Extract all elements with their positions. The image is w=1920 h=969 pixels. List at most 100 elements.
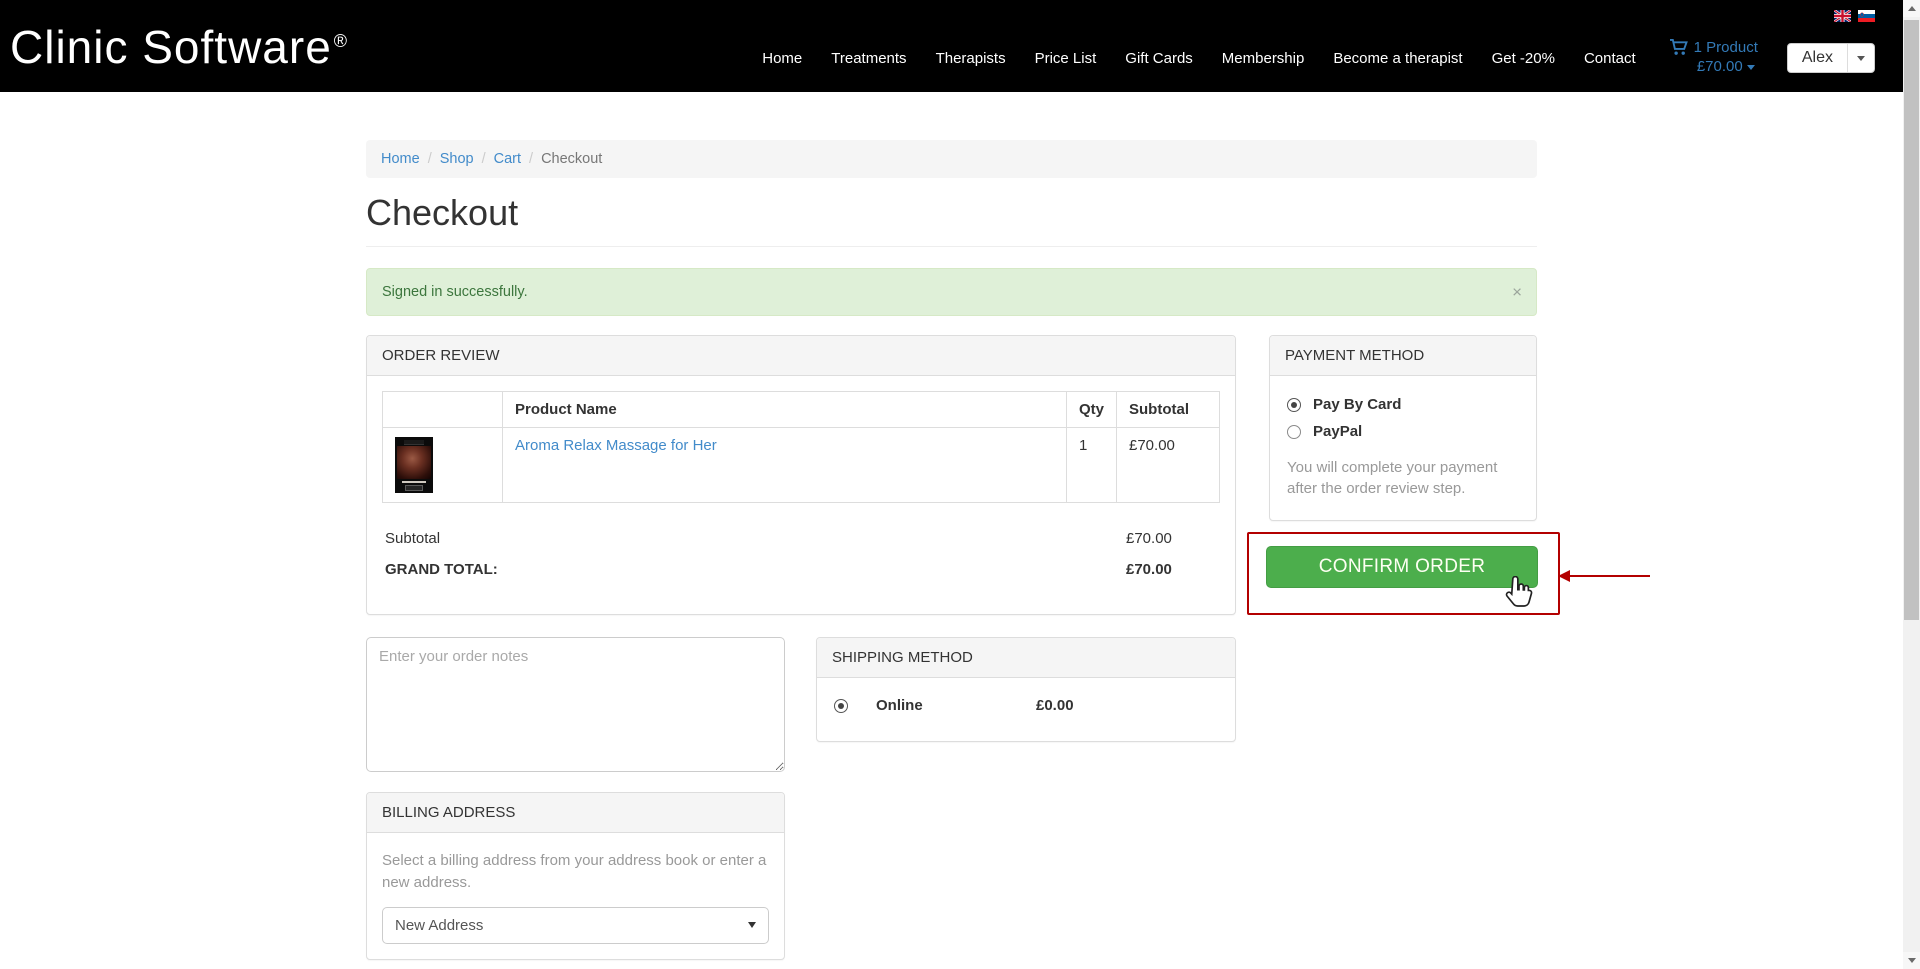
checkout-right-column: PAYMENT METHOD Pay By Card PayPal You wi… <box>1269 335 1537 615</box>
user-menu-button[interactable]: Alex <box>1787 43 1875 73</box>
user-name: Alex <box>1788 44 1847 72</box>
scroll-down-icon <box>1908 958 1916 963</box>
grand-total-row: GRAND TOTAL: £70.00 <box>385 554 1217 585</box>
column-header-subtotal: Subtotal <box>1117 392 1220 428</box>
main-nav: Home Treatments Therapists Price List Gi… <box>762 50 1635 67</box>
breadcrumb-cart[interactable]: Cart <box>494 151 521 167</box>
nav-contact[interactable]: Contact <box>1584 50 1636 67</box>
user-menu-caret-zone[interactable] <box>1847 44 1874 72</box>
radio-button-icon[interactable] <box>1287 425 1301 439</box>
product-thumbnail[interactable] <box>395 437 433 493</box>
payment-note: You will complete your payment after the… <box>1287 457 1519 499</box>
shipping-option-label: Online <box>876 697 1036 714</box>
order-totals: Subtotal £70.00 GRAND TOTAL: £70.00 <box>382 523 1220 599</box>
scroll-up-icon <box>1908 6 1916 11</box>
thumbnail-art <box>397 446 431 479</box>
chevron-down-icon <box>1747 65 1755 70</box>
breadcrumb-separator: / <box>482 151 486 167</box>
slovenia-flag-icon[interactable] <box>1858 10 1875 22</box>
subtotal-value: £70.00 <box>1114 530 1217 547</box>
subtotal-row: Subtotal £70.00 <box>385 523 1217 554</box>
cart-widget[interactable]: 1 Product £70.00 <box>1669 39 1758 77</box>
shopping-cart-icon <box>1669 39 1688 56</box>
logo[interactable]: Clinic Software® <box>10 24 348 70</box>
thumbnail-art <box>405 485 424 491</box>
vertical-scrollbar[interactable] <box>1903 0 1920 969</box>
order-notes-input[interactable] <box>366 637 785 772</box>
address-select[interactable]: New Address <box>382 907 769 944</box>
product-link[interactable]: Aroma Relax Massage for Her <box>515 437 717 454</box>
nav-therapists[interactable]: Therapists <box>936 50 1006 67</box>
table-row: Aroma Relax Massage for Her 1 £70.00 <box>383 428 1220 503</box>
payment-option-paypal[interactable]: PayPal <box>1285 418 1521 445</box>
thumbnail-art <box>402 481 426 483</box>
grand-total-label: GRAND TOTAL: <box>385 561 498 578</box>
order-table-header-row: Product Name Qty Subtotal <box>383 392 1220 428</box>
column-header-qty: Qty <box>1066 392 1116 428</box>
breadcrumb-home[interactable]: Home <box>381 151 420 167</box>
payment-option-label: Pay By Card <box>1313 396 1401 413</box>
alert-message: Signed in successfully. <box>382 284 528 300</box>
nav-become-a-therapist[interactable]: Become a therapist <box>1333 50 1462 67</box>
nav-membership[interactable]: Membership <box>1222 50 1305 67</box>
main-content: Home / Shop / Cart / Checkout Checkout S… <box>366 140 1537 960</box>
order-review-heading: ORDER REVIEW <box>367 336 1235 376</box>
billing-address-heading: BILLING ADDRESS <box>367 793 784 833</box>
shipping-option-online[interactable]: Online £0.00 <box>832 693 1220 726</box>
close-icon[interactable]: × <box>1512 284 1522 301</box>
cart-total: £70.00 <box>1697 58 1743 75</box>
registered-mark: ® <box>334 31 348 51</box>
grand-total-value: £70.00 <box>1114 561 1217 578</box>
product-name-cell: Aroma Relax Massage for Her <box>503 428 1067 503</box>
thumbnail-art <box>404 440 424 445</box>
order-table: Product Name Qty Subtotal <box>382 391 1220 503</box>
nav-home[interactable]: Home <box>762 50 802 67</box>
product-image-cell <box>383 428 503 503</box>
page-title: Checkout <box>366 192 1537 234</box>
radio-button-icon[interactable] <box>1287 398 1301 412</box>
annotation-arrow <box>1560 575 1650 577</box>
nav-gift-cards[interactable]: Gift Cards <box>1125 50 1193 67</box>
order-review-body: Product Name Qty Subtotal <box>367 376 1235 614</box>
breadcrumb-shop[interactable]: Shop <box>440 151 474 167</box>
payment-option-pay-by-card[interactable]: Pay By Card <box>1285 391 1521 418</box>
address-select-value: New Address <box>395 917 483 934</box>
success-alert: Signed in successfully. × <box>366 268 1537 316</box>
scroll-up-button[interactable] <box>1903 0 1920 17</box>
cart-total-line: £70.00 <box>1697 58 1755 77</box>
radio-button-icon[interactable] <box>834 699 848 713</box>
payment-method-panel: PAYMENT METHOD Pay By Card PayPal You wi… <box>1269 335 1537 521</box>
cart-summary: 1 Product £70.00 <box>1694 39 1758 77</box>
confirm-order-button[interactable]: CONFIRM ORDER <box>1266 546 1538 588</box>
chevron-down-icon <box>1857 56 1865 61</box>
annotation-box: CONFIRM ORDER <box>1247 532 1560 615</box>
nav-get-discount[interactable]: Get -20% <box>1492 50 1555 67</box>
billing-instruction: Select a billing address from your addre… <box>382 850 769 894</box>
subtotal-cell: £70.00 <box>1117 428 1220 503</box>
billing-address-panel: BILLING ADDRESS Select a billing address… <box>366 792 785 960</box>
billing-address-body: Select a billing address from your addre… <box>367 833 784 959</box>
breadcrumb-separator: / <box>529 151 533 167</box>
order-review-panel: ORDER REVIEW Product Name Qty Subtotal <box>366 335 1236 615</box>
scroll-down-button[interactable] <box>1903 952 1920 969</box>
checkout-left-column: ORDER REVIEW Product Name Qty Subtotal <box>366 335 1236 960</box>
language-switcher <box>1834 10 1875 22</box>
uk-flag-icon[interactable] <box>1834 10 1851 22</box>
scrollbar-thumb[interactable] <box>1904 20 1919 620</box>
header-right: Home Treatments Therapists Price List Gi… <box>762 39 1875 77</box>
shipping-option-price: £0.00 <box>1036 697 1074 714</box>
subtotal-label: Subtotal <box>385 530 440 547</box>
breadcrumb-separator: / <box>428 151 432 167</box>
qty-cell: 1 <box>1066 428 1116 503</box>
cursor-icon <box>1500 576 1534 616</box>
page: Clinic Software® Home Treatments Thera <box>0 0 1903 969</box>
shipping-method-body: Online £0.00 <box>817 678 1235 741</box>
column-header-image <box>383 392 503 428</box>
logo-text: Clinic Software <box>10 21 332 73</box>
shipping-method-panel: SHIPPING METHOD Online £0.00 <box>816 637 1236 742</box>
breadcrumb-current: Checkout <box>541 151 602 167</box>
payment-method-heading: PAYMENT METHOD <box>1270 336 1536 376</box>
nav-price-list[interactable]: Price List <box>1035 50 1097 67</box>
chevron-down-icon <box>748 922 756 928</box>
nav-treatments[interactable]: Treatments <box>831 50 906 67</box>
